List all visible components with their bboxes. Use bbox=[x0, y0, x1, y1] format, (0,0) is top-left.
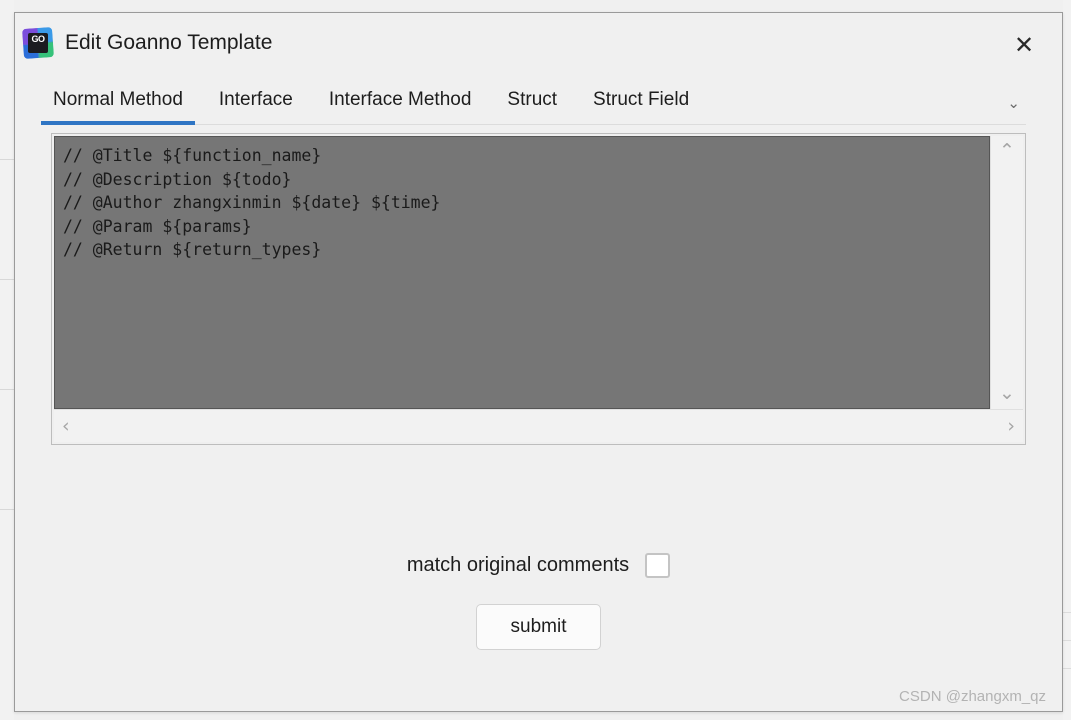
chevron-left-icon[interactable]: ‹ bbox=[62, 416, 70, 436]
logo-go-label: GO bbox=[28, 33, 48, 53]
backdrop-strip bbox=[0, 390, 14, 510]
template-text-content: // @Title ${function_name} // @Descripti… bbox=[63, 146, 441, 259]
match-original-comments-row: match original comments bbox=[15, 553, 1062, 578]
template-tabs: Normal Method Interface Interface Method… bbox=[41, 73, 1026, 125]
backdrop-strip bbox=[0, 0, 14, 160]
submit-row: submit bbox=[15, 604, 1062, 650]
goland-logo-icon: GO bbox=[21, 26, 55, 60]
chevron-up-icon[interactable]: ⌃ bbox=[999, 142, 1015, 161]
tab-struct[interactable]: Struct bbox=[507, 89, 557, 124]
watermark: CSDN @zhangxm_qz bbox=[899, 688, 1046, 705]
backdrop-divider bbox=[1063, 640, 1071, 641]
backdrop-divider bbox=[1063, 612, 1071, 613]
close-icon[interactable]: ✕ bbox=[1004, 27, 1044, 63]
template-editor: // @Title ${function_name} // @Descripti… bbox=[51, 133, 1026, 445]
backdrop-divider bbox=[1063, 668, 1071, 669]
vertical-scrollbar[interactable]: ⌃ ⌄ bbox=[990, 136, 1023, 409]
backdrop-strip bbox=[0, 280, 14, 390]
backdrop-strip bbox=[0, 510, 14, 720]
edit-goanno-template-dialog: GO Edit Goanno Template ✕ Normal Method … bbox=[14, 12, 1063, 712]
dialog-title: Edit Goanno Template bbox=[65, 31, 273, 54]
horizontal-scrollbar[interactable]: ‹ › bbox=[54, 409, 1023, 442]
chevron-down-icon[interactable]: ⌄ bbox=[1007, 94, 1020, 124]
tab-interface-method[interactable]: Interface Method bbox=[329, 89, 472, 124]
match-original-comments-label: match original comments bbox=[406, 554, 630, 576]
tab-interface[interactable]: Interface bbox=[219, 89, 293, 124]
submit-button[interactable]: submit bbox=[475, 604, 602, 650]
dialog-titlebar: GO Edit Goanno Template ✕ bbox=[15, 13, 1062, 73]
chevron-right-icon[interactable]: › bbox=[1007, 416, 1015, 436]
tab-struct-field[interactable]: Struct Field bbox=[593, 89, 689, 124]
template-textarea[interactable]: // @Title ${function_name} // @Descripti… bbox=[54, 136, 990, 409]
chevron-down-icon[interactable]: ⌄ bbox=[999, 384, 1015, 403]
backdrop-strip bbox=[0, 160, 14, 280]
match-original-comments-checkbox[interactable] bbox=[645, 553, 671, 578]
tab-normal-method[interactable]: Normal Method bbox=[41, 89, 195, 125]
